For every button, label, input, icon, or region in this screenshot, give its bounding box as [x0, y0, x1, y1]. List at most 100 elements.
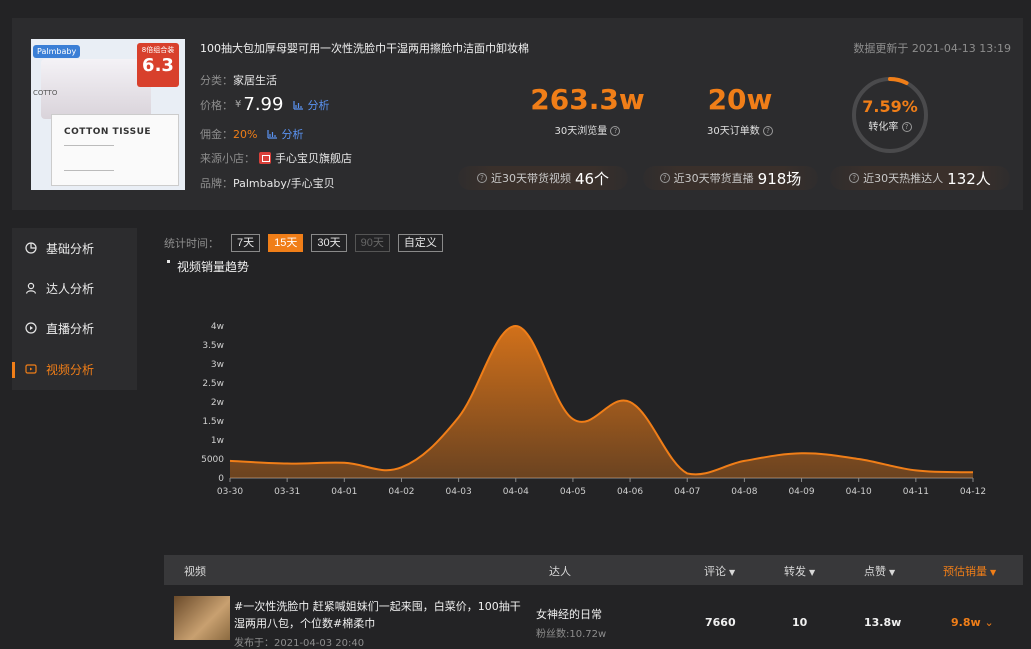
x-tick-label: 04-09	[788, 487, 814, 497]
tissue-graphic	[41, 59, 151, 119]
package-graphic: COTTON TISSUE	[51, 114, 179, 186]
sidebar-item-basic[interactable]: 基础分析	[12, 228, 137, 268]
sidebar-item-video[interactable]: 视频分析	[12, 349, 137, 389]
chart-title: 视频销量趋势	[177, 258, 249, 275]
pill-kols: ? 近30天热推达人 132人	[830, 166, 1010, 190]
y-tick-label: 2.5w	[202, 379, 224, 389]
update-time: 数据更新于 2021-04-13 13:19	[853, 40, 1011, 56]
help-icon[interactable]: ?	[763, 126, 773, 136]
x-tick-label: 04-08	[731, 487, 757, 497]
commission-row: 佣金： 20% 分析	[200, 126, 303, 142]
cell-sales[interactable]: 9.8w ⌄	[951, 616, 994, 629]
filter-90d: 90天	[355, 234, 390, 252]
video-title[interactable]: #一次性洗脸巾 赶紧喊姐妹们一起来囤，白菜价，100抽干湿两用八包，个位数#棉柔…	[234, 598, 524, 632]
sidebar-item-label: 视频分析	[46, 361, 94, 378]
kol-name[interactable]: 女神经的日常	[536, 606, 602, 622]
price-analysis-link[interactable]: 分析	[293, 97, 329, 113]
sidebar-item-kol[interactable]: 达人分析	[12, 268, 137, 308]
filter-custom[interactable]: 自定义	[398, 234, 443, 252]
x-tick-label: 04-03	[446, 487, 472, 497]
help-icon[interactable]: ?	[477, 173, 487, 183]
orders-value: 20w	[690, 83, 790, 116]
image-price-tag-big: 6.3	[137, 55, 179, 77]
sidebar-item-live[interactable]: 直播分析	[12, 308, 137, 348]
commission-analysis-link[interactable]: 分析	[267, 126, 303, 142]
y-tick-label: 3.5w	[202, 341, 224, 351]
x-tick-label: 04-10	[846, 487, 872, 497]
x-tick-label: 04-02	[388, 487, 414, 497]
side-text: COTTO	[33, 89, 57, 97]
help-icon[interactable]: ?	[660, 173, 670, 183]
cell-comments: 7660	[705, 616, 736, 629]
filter-7d[interactable]: 7天	[231, 234, 260, 252]
top-strip	[0, 0, 1031, 18]
col-shares[interactable]: 转发▼	[784, 563, 815, 579]
sales-trend-chart: 050001w1.5w2w2.5w3w3.5w4w03-3003-3104-01…	[190, 312, 990, 502]
sidebar-item-label: 直播分析	[46, 320, 94, 337]
x-tick-label: 04-11	[903, 487, 929, 497]
filter-30d[interactable]: 30天	[311, 234, 346, 252]
time-filter: 统计时间： 7天 15天 30天 90天 自定义	[164, 234, 443, 252]
pill-videos: ? 近30天带货视频 46个	[458, 166, 628, 190]
commission-label: 佣金：	[200, 126, 233, 142]
table-header: 视频 达人 评论▼ 转发▼ 点赞▼ 预估销量▼	[164, 555, 1023, 585]
col-comments[interactable]: 评论▼	[704, 563, 735, 579]
col-sales[interactable]: 预估销量▼	[943, 563, 996, 579]
x-tick-label: 03-31	[274, 487, 300, 497]
price-currency: ¥	[235, 99, 241, 110]
category-row: 分类： 家居生活	[200, 72, 277, 88]
brand-row: 品牌： Palmbaby/手心宝贝	[200, 175, 335, 191]
package-lines	[64, 145, 114, 171]
x-tick-label: 04-12	[960, 487, 986, 497]
x-tick-label: 04-04	[503, 487, 529, 497]
sort-caret-icon: ▼	[729, 568, 735, 577]
shop-icon	[259, 152, 271, 164]
y-tick-label: 2w	[211, 398, 224, 408]
play-circle-icon	[24, 321, 38, 335]
video-thumbnail[interactable]	[174, 596, 230, 640]
help-icon[interactable]: ?	[849, 173, 859, 183]
views-value: 263.3w	[530, 83, 645, 116]
col-sales-label: 预估销量	[943, 565, 987, 578]
col-likes-label: 点赞	[864, 565, 886, 578]
chart-circle-icon	[24, 241, 38, 255]
pill-lives: ? 近30天带货直播 918场	[643, 166, 818, 190]
pill-videos-label: 近30天带货视频	[491, 170, 571, 186]
package-text: COTTON TISSUE	[64, 127, 151, 137]
col-video: 视频	[184, 563, 206, 579]
cell-sales-value: 9.8w	[951, 616, 981, 629]
help-icon[interactable]: ?	[902, 122, 912, 132]
x-tick-label: 04-01	[331, 487, 357, 497]
pill-kols-label: 近30天热推达人	[863, 170, 943, 186]
pill-kols-value: 132人	[947, 168, 991, 189]
pill-lives-label: 近30天带货直播	[674, 170, 754, 186]
bar-chart-icon	[293, 100, 304, 110]
orders-label: 30天订单数	[707, 126, 760, 137]
conversion-label: 转化率	[868, 122, 898, 133]
shop-name[interactable]: 手心宝贝旗舰店	[275, 150, 352, 166]
person-icon	[24, 281, 38, 295]
views-label: 30天浏览量	[555, 126, 608, 137]
time-filter-label: 统计时间：	[164, 235, 219, 251]
col-likes[interactable]: 点赞▼	[864, 563, 895, 579]
brand-value: Palmbaby/手心宝贝	[233, 175, 335, 191]
filter-15d[interactable]: 15天	[268, 234, 303, 252]
views-stat: 263.3w 30天浏览量 ?	[530, 83, 645, 137]
table-row[interactable]: #一次性洗脸巾 赶紧喊姐妹们一起来囤，白菜价，100抽干湿两用八包，个位数#棉柔…	[164, 590, 1023, 640]
product-title[interactable]: 100抽大包加厚母婴可用一次性洗脸巾干湿两用擦脸巾洁面巾卸妆棉	[200, 40, 529, 56]
x-tick-label: 03-30	[217, 487, 243, 497]
shop-row: 来源小店： 手心宝贝旗舰店	[200, 150, 352, 166]
commission-value: 20%	[233, 128, 257, 141]
image-price-tag-top: 8倍组合装	[137, 43, 179, 55]
area-fill	[230, 326, 973, 478]
sort-caret-icon: ▼	[990, 568, 996, 577]
video-icon	[24, 362, 38, 376]
pill-videos-value: 46个	[575, 168, 609, 189]
conversion-value: 7.59%	[850, 97, 930, 116]
y-tick-label: 5000	[201, 455, 224, 465]
price-row: 价格： ¥ 7.99 分析	[200, 94, 329, 115]
sort-caret-icon: ▼	[809, 568, 815, 577]
price-label: 价格：	[200, 97, 233, 113]
help-icon[interactable]: ?	[610, 126, 620, 136]
chevron-down-icon: ⌄	[985, 616, 994, 629]
